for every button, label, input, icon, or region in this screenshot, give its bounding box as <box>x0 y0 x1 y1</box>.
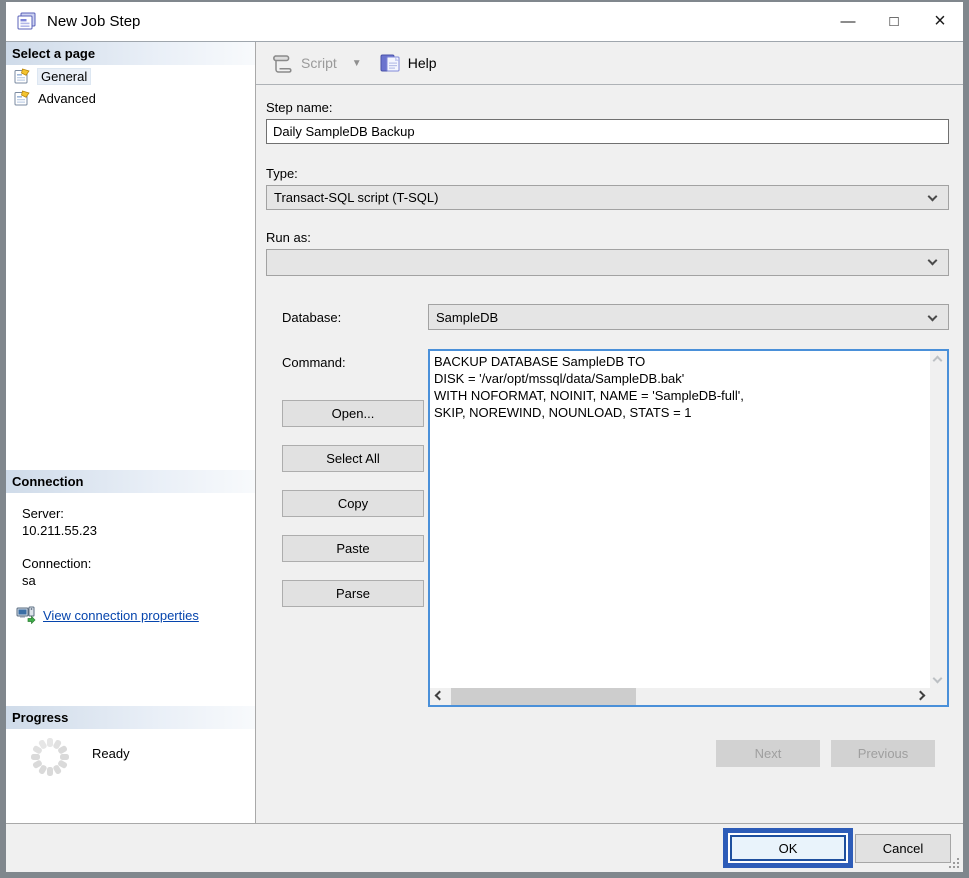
ok-button[interactable]: OK <box>730 835 846 861</box>
chevron-down-icon <box>928 312 938 322</box>
connection-properties-icon <box>16 606 36 624</box>
paste-button[interactable]: Paste <box>282 535 424 562</box>
parse-button[interactable]: Parse <box>282 580 424 607</box>
page-icon <box>14 90 31 106</box>
horizontal-scrollbar[interactable] <box>430 688 930 705</box>
database-row: Database: SampleDB <box>266 304 949 330</box>
command-textarea[interactable]: BACKUP DATABASE SampleDB TO DISK = '/var… <box>428 349 949 707</box>
run-as-select[interactable] <box>266 249 949 276</box>
open-button[interactable]: Open... <box>282 400 424 427</box>
copy-button[interactable]: Copy <box>282 490 424 517</box>
command-text[interactable]: BACKUP DATABASE SampleDB TO DISK = '/var… <box>430 351 930 688</box>
database-label: Database: <box>266 310 428 325</box>
help-button[interactable]: Help <box>380 53 437 73</box>
sidebar-spacer <box>6 625 255 706</box>
help-book-icon <box>380 53 401 73</box>
progress-spinner-icon <box>28 735 72 779</box>
vertical-scrollbar[interactable] <box>930 351 947 688</box>
chevron-down-icon <box>928 192 938 202</box>
minimize-button[interactable]: — <box>825 2 871 41</box>
progress-section: Ready <box>6 729 255 779</box>
scrollbar-thumb[interactable] <box>451 688 636 705</box>
help-label: Help <box>408 55 437 71</box>
command-label: Command: <box>282 355 428 370</box>
main-panel: Script ▼ Help <box>256 42 963 823</box>
toolbar: Script ▼ Help <box>256 42 963 85</box>
new-job-step-dialog: New Job Step — □ × Select a page <box>0 0 969 878</box>
resize-grip[interactable] <box>947 856 960 869</box>
step-name-label: Step name: <box>266 100 949 115</box>
sidebar-item-general[interactable]: General <box>6 65 255 87</box>
step-name-input[interactable] <box>266 119 949 144</box>
command-row: Command: Open... Select All Copy Paste P… <box>266 349 949 707</box>
dialog-footer: OK Cancel <box>6 823 963 872</box>
run-as-label: Run as: <box>266 230 949 245</box>
sidebar-spacer <box>6 109 255 470</box>
next-button[interactable]: Next <box>716 740 820 767</box>
step-nav-row: Next Previous <box>266 740 949 767</box>
sidebar-item-advanced[interactable]: Advanced <box>6 87 255 109</box>
window-title: New Job Step <box>47 13 140 30</box>
page-icon <box>14 68 31 84</box>
script-label: Script <box>301 55 337 71</box>
job-step-form: Step name: Type: Transact-SQL script (T-… <box>256 85 963 823</box>
close-button[interactable]: × <box>917 2 963 41</box>
script-scroll-icon <box>270 53 294 73</box>
sidebar: Select a page General <box>6 42 256 823</box>
database-select[interactable]: SampleDB <box>428 304 949 330</box>
script-button[interactable]: Script ▼ <box>270 53 362 73</box>
select-a-page-header: Select a page <box>6 42 255 65</box>
maximize-button[interactable]: □ <box>871 2 917 41</box>
chevron-down-icon <box>928 256 938 266</box>
select-all-button[interactable]: Select All <box>282 445 424 472</box>
connection-value: sa <box>22 572 255 589</box>
scroll-down-icon[interactable] <box>933 674 943 684</box>
link-label: View connection properties <box>43 608 199 623</box>
scroll-right-icon[interactable] <box>916 691 926 701</box>
connection-info: Server: 10.211.55.23 Connection: sa <box>6 493 255 589</box>
cancel-button[interactable]: Cancel <box>855 834 951 863</box>
connection-label: Connection: <box>22 555 255 572</box>
previous-button[interactable]: Previous <box>831 740 935 767</box>
type-select[interactable]: Transact-SQL script (T-SQL) <box>266 185 949 210</box>
sidebar-item-label: Advanced <box>38 91 96 106</box>
progress-status: Ready <box>92 746 130 761</box>
server-label: Server: <box>22 505 255 522</box>
scroll-up-icon[interactable] <box>933 356 943 366</box>
scroll-left-icon[interactable] <box>435 691 445 701</box>
command-controls: Command: Open... Select All Copy Paste P… <box>266 349 428 707</box>
script-dropdown-caret-icon[interactable]: ▼ <box>352 58 362 69</box>
sidebar-item-label: General <box>38 69 90 84</box>
server-value: 10.211.55.23 <box>22 522 255 539</box>
scrollbar-corner <box>930 688 947 705</box>
view-connection-properties-link[interactable]: View connection properties <box>16 605 255 625</box>
database-select-value: SampleDB <box>436 310 498 325</box>
progress-header: Progress <box>6 706 255 729</box>
ok-annotation-highlight: OK <box>723 828 853 868</box>
dialog-body: Select a page General <box>6 42 963 823</box>
job-step-icon <box>16 11 37 32</box>
connection-header: Connection <box>6 470 255 493</box>
type-label: Type: <box>266 166 949 181</box>
window-controls: — □ × <box>825 2 963 41</box>
type-select-value: Transact-SQL script (T-SQL) <box>274 190 438 205</box>
titlebar: New Job Step — □ × <box>6 2 963 42</box>
